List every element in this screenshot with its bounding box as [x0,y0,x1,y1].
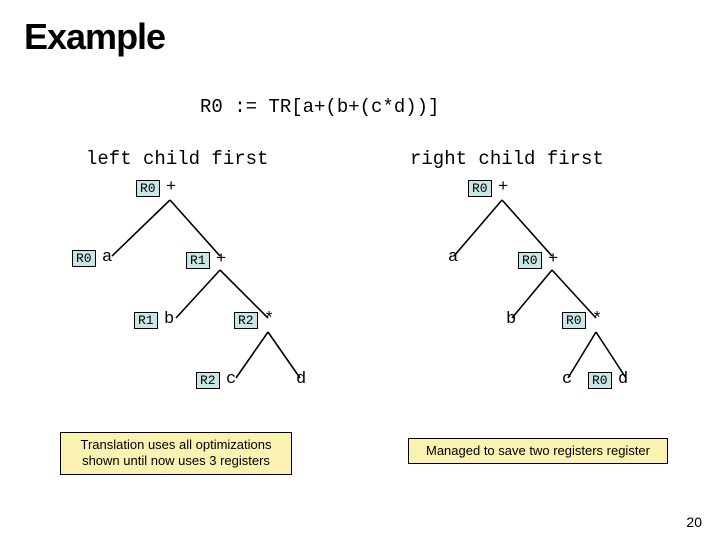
right-root-op: + [498,178,508,197]
left-star-reg: R2 [234,312,258,329]
right-plus2-reg: R0 [518,252,542,269]
right-star-op: * [592,310,602,329]
left-header: left child first [86,148,268,170]
page-title: Example [24,16,165,58]
right-d-op: d [618,370,628,389]
right-root-reg: R0 [468,180,492,197]
expression-code: R0 := TR[a+(b+(c*d))] [200,96,439,118]
right-a-op: a [448,248,458,267]
left-b-op: b [164,310,174,329]
left-root-reg: R0 [136,180,160,197]
left-c-op: c [226,370,236,389]
right-c-op: c [562,370,572,389]
left-b-reg: R1 [134,312,158,329]
left-plus2-op: + [216,250,226,269]
left-root-op: + [166,178,176,197]
right-star-reg: R0 [562,312,586,329]
right-b-op: b [506,310,516,329]
left-a-reg: R0 [72,250,96,267]
left-a-op: a [102,248,112,267]
right-header: right child first [410,148,604,170]
left-star-op: * [264,310,274,329]
right-note: Managed to save two registers register [408,438,668,464]
left-c-reg: R2 [196,372,220,389]
right-d-reg: R0 [588,372,612,389]
page-number: 20 [686,514,702,530]
left-d-op: d [296,370,306,389]
left-note: Translation uses all optimizationsshown … [60,432,292,475]
right-plus2-op: + [548,250,558,269]
left-plus2-reg: R1 [186,252,210,269]
